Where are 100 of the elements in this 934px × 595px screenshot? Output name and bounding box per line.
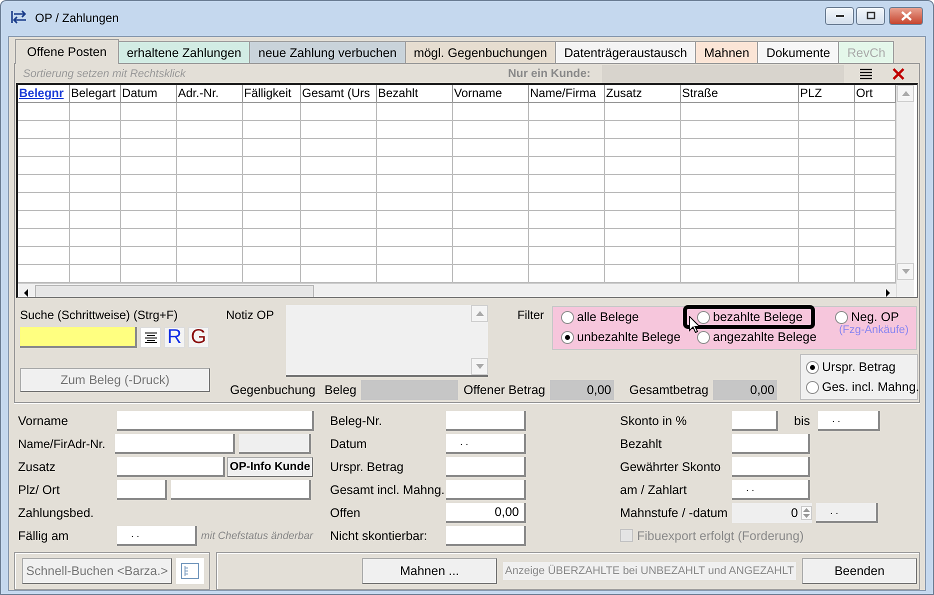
text-field[interactable]	[239, 434, 312, 454]
text-field[interactable]	[117, 410, 314, 430]
date-field[interactable]: . .	[732, 480, 810, 500]
tab[interactable]: Dokumente	[757, 41, 840, 63]
column-header[interactable]: Zusatz	[605, 85, 681, 103]
customer-filter-field[interactable]	[602, 64, 844, 82]
radio-button[interactable]	[835, 310, 848, 324]
radio-label[interactable]: bezahlte Belege	[713, 310, 803, 324]
field-label: Gesamt incl. Mahng.	[330, 482, 442, 496]
maximize-button[interactable]	[856, 6, 885, 24]
text-field[interactable]	[446, 456, 526, 476]
tab[interactable]: neue Zahlung verbuchen	[249, 41, 406, 63]
field-label: Zusatz	[18, 460, 57, 474]
horizontal-scrollbar[interactable]	[18, 283, 896, 297]
radio-button[interactable]	[697, 330, 710, 344]
level-spinner[interactable]: 0	[732, 502, 812, 522]
table-cell	[177, 157, 243, 175]
close-window-button[interactable]: Beenden	[802, 558, 917, 584]
tab[interactable]: Mahnen	[695, 41, 758, 63]
text-field[interactable]	[115, 434, 236, 454]
radio-label[interactable]: Neg. OP	[851, 310, 899, 324]
text-field[interactable]	[446, 480, 526, 500]
column-header[interactable]: PLZ	[799, 85, 855, 103]
column-header[interactable]: Adr.-Nr.	[177, 85, 243, 103]
letter-button[interactable]: G	[188, 326, 209, 348]
radio-button[interactable]	[561, 330, 574, 344]
list-icon[interactable]	[140, 326, 161, 348]
counter-booking-label: Gegenbuchung	[230, 383, 316, 397]
radio-label[interactable]: alle Belege	[577, 310, 639, 324]
search-field[interactable]	[20, 326, 137, 348]
radio-button[interactable]	[806, 360, 819, 374]
table-cell	[243, 229, 301, 247]
info-text: Anzeige ÜBERZAHLTE bei UNBEZAHLT und ANGEZAHLT	[503, 562, 796, 580]
text-field[interactable]	[732, 456, 810, 476]
down-arrow-icon	[476, 364, 484, 369]
column-header[interactable]: Bezahlt	[377, 85, 453, 103]
open-amount-label: Offener Betrag	[463, 383, 546, 397]
vertical-scrollbar[interactable]	[896, 85, 914, 297]
table-cell	[70, 211, 121, 229]
text-field[interactable]	[732, 434, 810, 454]
table-cell	[18, 193, 70, 211]
table-cell	[177, 139, 243, 157]
field-label: Zahlungsbed.	[18, 506, 95, 520]
note-text: mit Chefstatus änderbar	[201, 530, 314, 542]
table-cell	[177, 229, 243, 247]
date-field[interactable]: . .	[446, 434, 526, 454]
column-header[interactable]: Fälligkeit	[243, 85, 301, 103]
table-cell	[121, 247, 177, 265]
column-header[interactable]: Vorname	[453, 85, 529, 103]
field-label: Mahnstufe / -datum	[620, 506, 728, 520]
field-label: Fällig am	[18, 528, 70, 542]
table-cell	[70, 229, 121, 247]
goto-document-button[interactable]: Zum Beleg (-Druck)	[20, 368, 210, 392]
op-info-button[interactable]: OP-Info Kunde	[227, 456, 313, 476]
radio-button[interactable]	[806, 380, 819, 394]
quick-book-button[interactable]: Schnell-Buchen <Barza.>	[22, 558, 172, 584]
field-label: Offen	[330, 506, 362, 520]
text-field[interactable]	[446, 526, 526, 546]
letter-button[interactable]: R	[164, 326, 185, 348]
radio-button[interactable]	[697, 310, 710, 324]
radio-label[interactable]: angezahlte Belege	[713, 330, 817, 344]
text-field[interactable]: 0,00	[446, 502, 526, 522]
window-icon[interactable]	[176, 558, 204, 584]
note-label: Notiz OP	[226, 308, 276, 322]
tab[interactable]: Offene Posten	[15, 39, 119, 64]
radio-label[interactable]: unbezahlte Belege	[577, 330, 681, 344]
filter-label: Filter	[517, 308, 544, 322]
dunning-button[interactable]: Mahnen ...	[362, 558, 498, 584]
up-arrow-icon	[476, 311, 484, 316]
date-field[interactable]: . .	[117, 526, 197, 546]
text-field[interactable]	[732, 410, 778, 430]
column-header[interactable]: Name/Firma	[529, 85, 605, 103]
text-field[interactable]	[117, 456, 225, 476]
table-cell	[799, 157, 855, 175]
table-cell	[177, 121, 243, 139]
tab[interactable]: Datenträgeraustausch	[555, 41, 696, 63]
text-field[interactable]	[171, 480, 311, 500]
column-header[interactable]: Gesamt (Urs	[301, 85, 377, 103]
table-cell	[177, 103, 243, 121]
date-field[interactable]: . .	[816, 502, 878, 522]
close-button[interactable]	[889, 6, 923, 24]
column-header[interactable]: Straße	[681, 85, 799, 103]
radio-label[interactable]: Ges. incl. Mahng.	[822, 380, 920, 394]
minimize-button[interactable]	[825, 6, 854, 24]
tab[interactable]: mögl. Gegenbuchungen	[404, 41, 556, 63]
right-arrow-icon	[885, 288, 890, 296]
column-header[interactable]: Belegnr	[18, 85, 70, 103]
table-cell	[18, 175, 70, 193]
radio-label[interactable]: Urspr. Betrag	[822, 360, 896, 374]
total-amount-label: Gesamtbetrag	[629, 383, 708, 397]
text-field[interactable]	[446, 410, 526, 430]
minimize-icon	[834, 14, 844, 18]
text-field[interactable]	[117, 480, 167, 500]
field-label: Urspr. Betrag	[330, 460, 405, 474]
tab[interactable]: erhaltene Zahlungen	[118, 41, 250, 63]
column-header[interactable]: Datum	[121, 85, 177, 103]
column-header[interactable]: Belegart	[70, 85, 121, 103]
note-field[interactable]	[286, 305, 488, 377]
radio-button[interactable]	[561, 310, 574, 324]
date-field[interactable]: . .	[818, 410, 880, 430]
